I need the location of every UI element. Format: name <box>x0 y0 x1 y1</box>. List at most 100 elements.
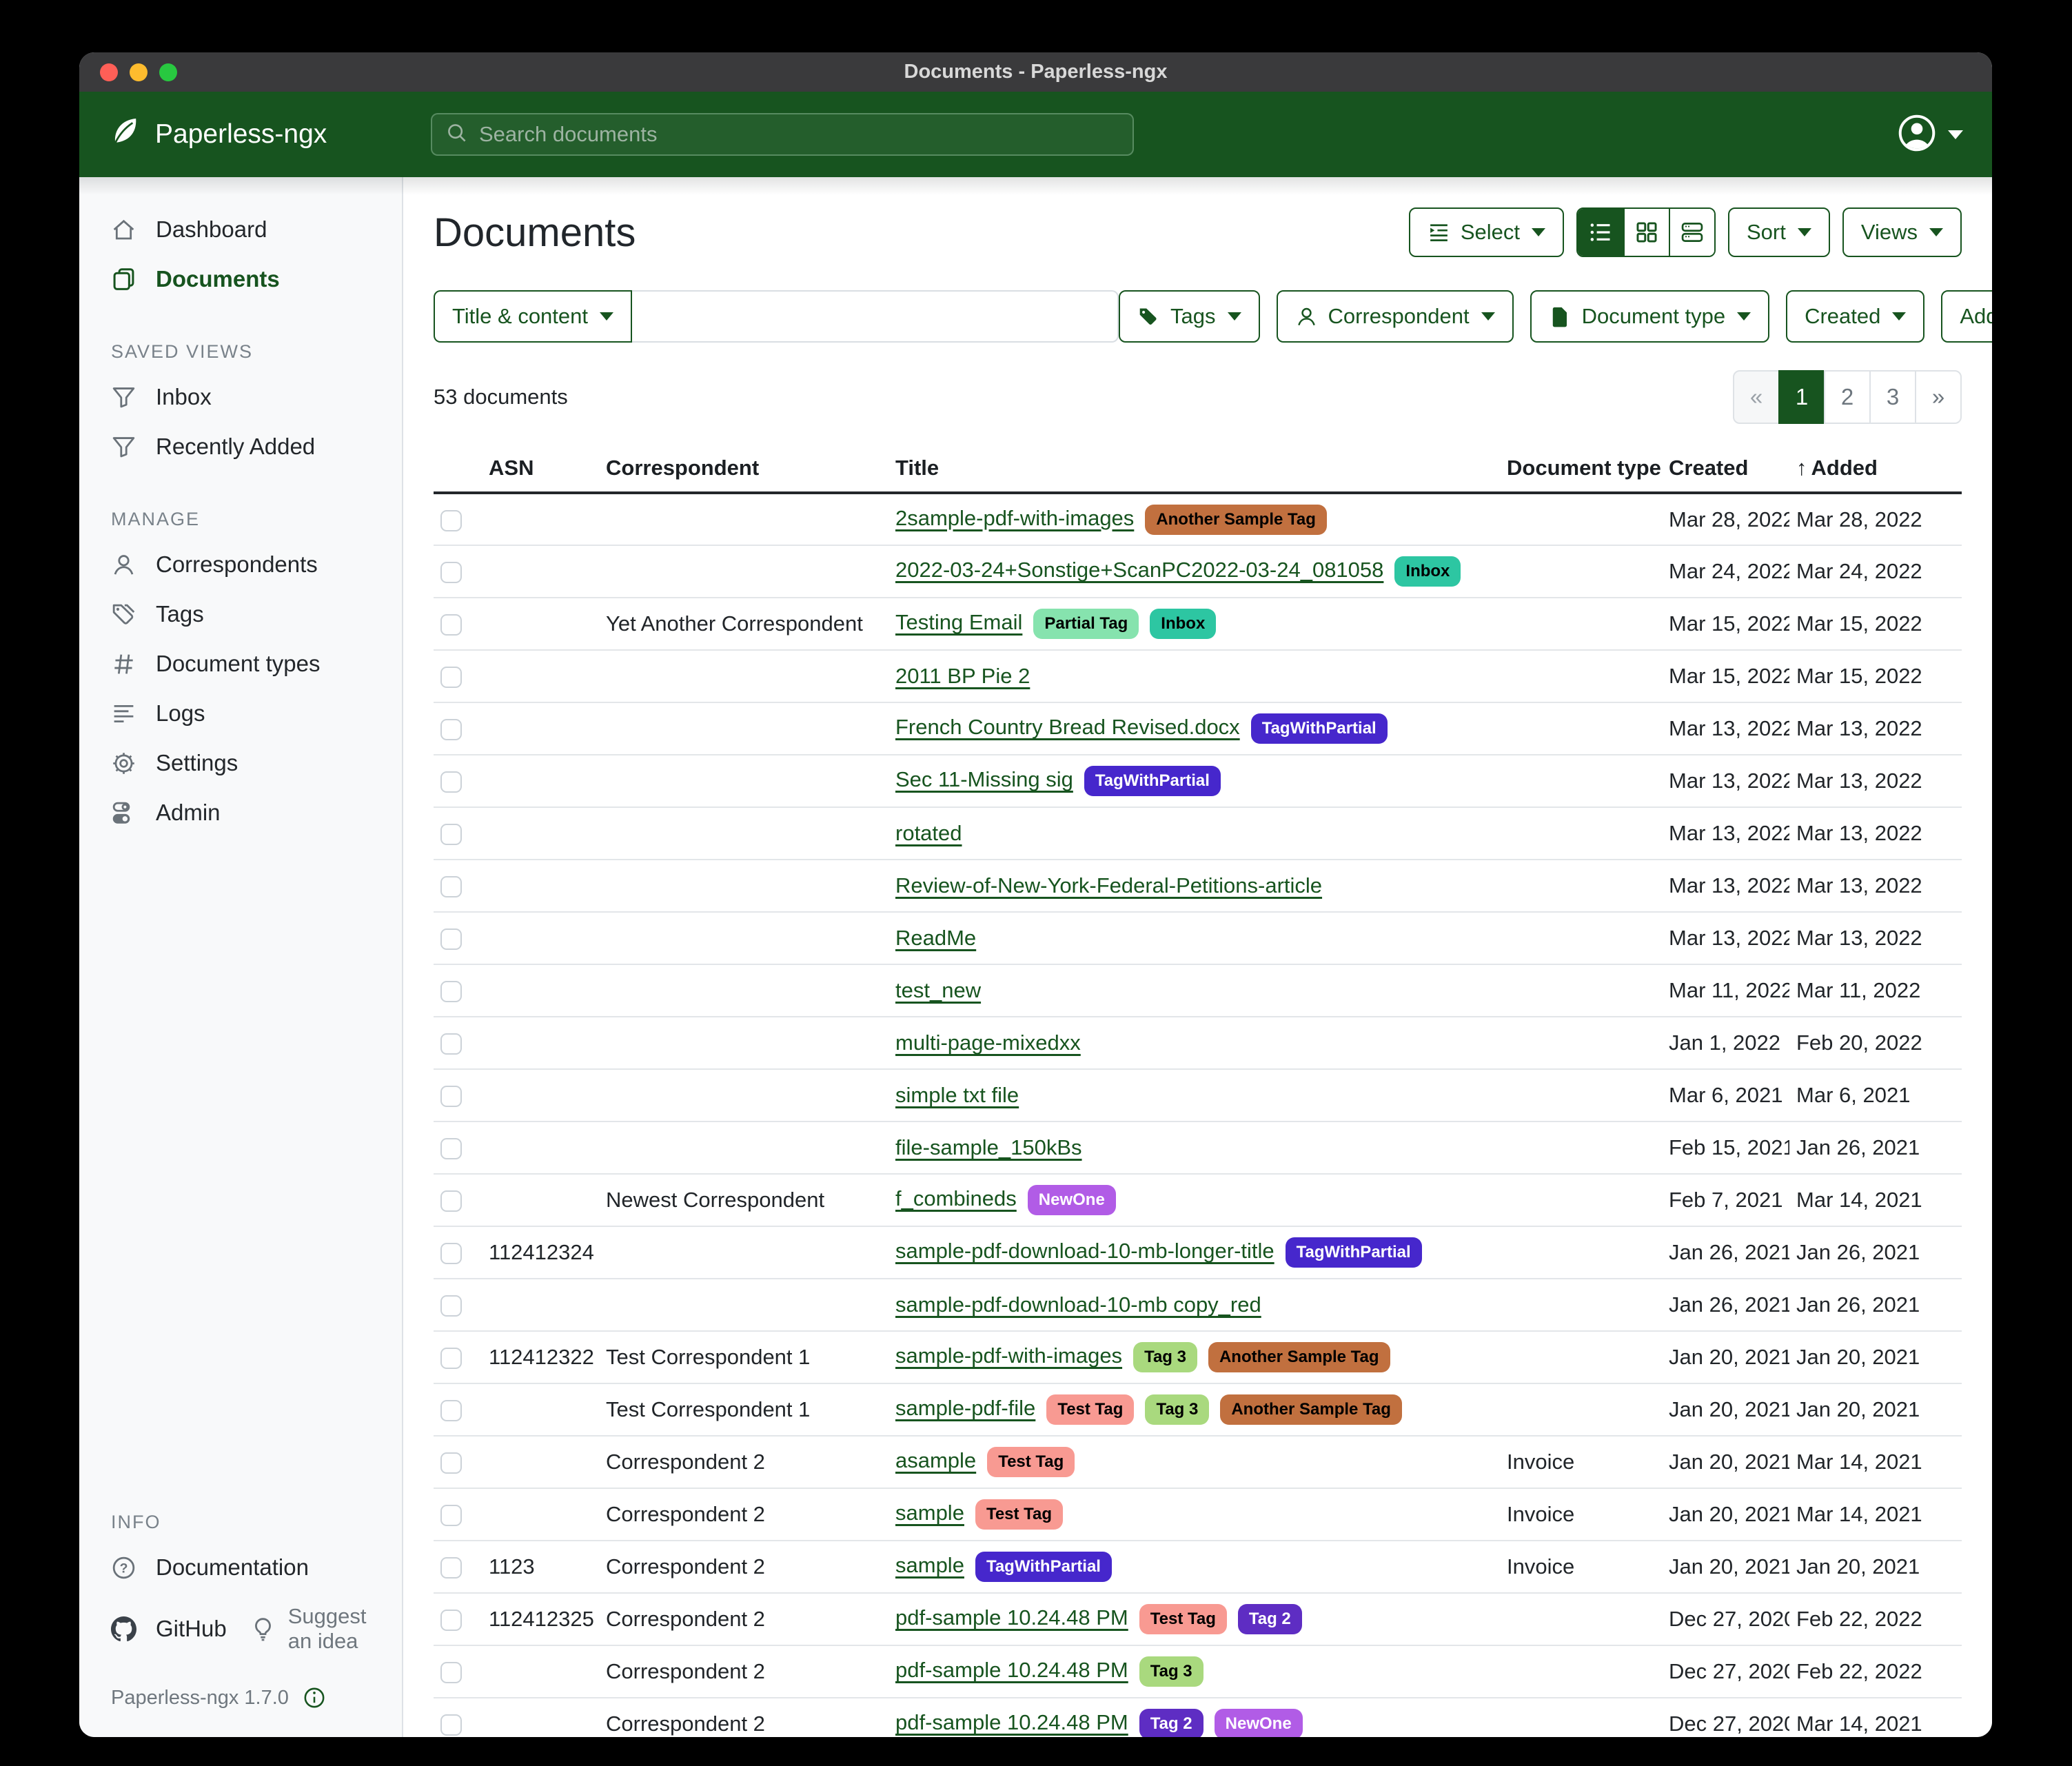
filter-correspondent-dropdown[interactable]: Correspondent <box>1277 290 1514 343</box>
document-link[interactable]: Testing Email <box>895 610 1022 634</box>
filter-tags-dropdown[interactable]: Tags <box>1119 290 1259 343</box>
tag-badge[interactable]: Test Tag <box>987 1447 1075 1477</box>
row-checkbox[interactable] <box>440 719 462 740</box>
sidebar-item-inbox[interactable]: Inbox <box>79 372 402 422</box>
tag-badge[interactable]: NewOne <box>1028 1185 1116 1215</box>
filter-field-dropdown[interactable]: Title & content <box>434 290 632 343</box>
app-logo[interactable]: Paperless-ngx <box>108 114 327 154</box>
row-checkbox[interactable] <box>440 562 462 583</box>
column-header-correspondent[interactable]: Correspondent <box>599 449 888 493</box>
tag-badge[interactable]: Another Sample Tag <box>1220 1394 1402 1425</box>
row-checkbox[interactable] <box>440 1086 462 1107</box>
row-checkbox[interactable] <box>440 1505 462 1526</box>
pagination-page-3[interactable]: 3 <box>1869 370 1916 424</box>
sidebar-item-admin[interactable]: Admin <box>79 788 402 838</box>
tag-badge[interactable]: Inbox <box>1150 609 1216 639</box>
search-input[interactable] <box>479 122 1119 147</box>
document-link[interactable]: asample <box>895 1448 976 1472</box>
row-checkbox[interactable] <box>440 1452 462 1474</box>
sort-dropdown-button[interactable]: Sort <box>1728 207 1830 257</box>
document-link[interactable]: French Country Bread Revised.docx <box>895 715 1240 739</box>
row-checkbox[interactable] <box>440 667 462 688</box>
document-link[interactable]: sample-pdf-file <box>895 1396 1035 1420</box>
row-checkbox[interactable] <box>440 1033 462 1055</box>
tag-badge[interactable]: Inbox <box>1394 556 1461 587</box>
filter-document-type-dropdown[interactable]: Document type <box>1530 290 1770 343</box>
sidebar-item-dashboard[interactable]: Dashboard <box>79 205 402 254</box>
minimize-window-button[interactable] <box>130 63 148 81</box>
pagination-page-1[interactable]: 1 <box>1778 370 1825 424</box>
tag-badge[interactable]: Another Sample Tag <box>1145 505 1327 535</box>
document-link[interactable]: sample <box>895 1553 964 1577</box>
document-link[interactable]: pdf-sample 10.24.48 PM <box>895 1605 1128 1630</box>
tag-badge[interactable]: Tag 2 <box>1238 1604 1302 1634</box>
column-header-asn[interactable]: ASN <box>482 449 599 493</box>
row-checkbox[interactable] <box>440 1714 462 1736</box>
row-checkbox[interactable] <box>440 1662 462 1683</box>
close-window-button[interactable] <box>100 63 118 81</box>
document-link[interactable]: sample-pdf-download-10-mb copy_red <box>895 1292 1261 1317</box>
column-header-added[interactable]: ↑Added <box>1789 449 1962 493</box>
tag-badge[interactable]: Test Tag <box>1139 1604 1227 1634</box>
tag-badge[interactable]: Partial Tag <box>1033 609 1139 639</box>
column-header-created[interactable]: Created <box>1662 449 1789 493</box>
document-link[interactable]: 2011 BP Pie 2 <box>895 664 1030 688</box>
row-checkbox[interactable] <box>440 510 462 531</box>
row-checkbox[interactable] <box>440 1610 462 1631</box>
document-link[interactable]: f_combineds <box>895 1186 1017 1210</box>
views-dropdown-button[interactable]: Views <box>1842 207 1962 257</box>
row-checkbox[interactable] <box>440 1400 462 1421</box>
sidebar-item-recently-added[interactable]: Recently Added <box>79 422 402 471</box>
tag-badge[interactable]: Tag 3 <box>1133 1342 1197 1372</box>
tag-badge[interactable]: Test Tag <box>1046 1394 1134 1425</box>
row-checkbox[interactable] <box>440 928 462 950</box>
document-link[interactable]: sample <box>895 1501 964 1525</box>
document-link[interactable]: rotated <box>895 821 962 845</box>
tag-badge[interactable]: Test Tag <box>975 1499 1063 1530</box>
sidebar-item-documentation[interactable]: ?Documentation <box>79 1543 402 1592</box>
tag-badge[interactable]: NewOne <box>1215 1709 1303 1737</box>
document-link[interactable]: pdf-sample 10.24.48 PM <box>895 1710 1128 1734</box>
document-link[interactable]: file-sample_150kBs <box>895 1135 1082 1159</box>
sidebar-item-github[interactable]: GitHub <box>79 1604 243 1654</box>
tag-badge[interactable]: Tag 3 <box>1145 1394 1209 1425</box>
row-checkbox[interactable] <box>440 876 462 897</box>
document-link[interactable]: Sec 11-Missing sig <box>895 767 1073 791</box>
tag-badge[interactable]: TagWithPartial <box>975 1552 1112 1582</box>
document-link[interactable]: 2022-03-24+Sonstige+ScanPC2022-03-24_081… <box>895 558 1383 582</box>
tag-badge[interactable]: TagWithPartial <box>1286 1237 1422 1268</box>
sidebar-item-document-types[interactable]: Document types <box>79 639 402 689</box>
document-link[interactable]: Review-of-New-York-Federal-Petitions-art… <box>895 873 1322 897</box>
filter-added-dropdown[interactable]: Added <box>1941 290 1992 343</box>
row-checkbox[interactable] <box>440 614 462 636</box>
pagination-page-2[interactable]: 2 <box>1824 370 1871 424</box>
document-link[interactable]: sample-pdf-with-images <box>895 1343 1122 1368</box>
row-checkbox[interactable] <box>440 1295 462 1317</box>
row-checkbox[interactable] <box>440 1243 462 1264</box>
row-checkbox[interactable] <box>440 1348 462 1369</box>
document-link[interactable]: test_new <box>895 978 981 1002</box>
filter-query-input[interactable] <box>632 290 1119 343</box>
tag-badge[interactable]: TagWithPartial <box>1251 713 1388 744</box>
sidebar-item-correspondents[interactable]: Correspondents <box>79 540 402 589</box>
document-link[interactable]: pdf-sample 10.24.48 PM <box>895 1658 1128 1682</box>
document-link[interactable]: sample-pdf-download-10-mb-longer-title <box>895 1239 1274 1263</box>
zoom-window-button[interactable] <box>159 63 177 81</box>
row-checkbox[interactable] <box>440 1557 462 1579</box>
sidebar-item-tags[interactable]: Tags <box>79 589 402 639</box>
column-header-title[interactable]: Title <box>888 449 1500 493</box>
filter-created-dropdown[interactable]: Created <box>1786 290 1924 343</box>
detail-view-button[interactable] <box>1669 209 1714 256</box>
column-header-document-type[interactable]: Document type <box>1500 449 1662 493</box>
tag-badge[interactable]: Tag 3 <box>1139 1656 1203 1687</box>
user-menu[interactable] <box>1897 113 1963 156</box>
document-link[interactable]: multi-page-mixedxx <box>895 1031 1081 1055</box>
sidebar-item-documents[interactable]: Documents <box>79 254 402 304</box>
pagination-next-button[interactable]: » <box>1915 370 1962 424</box>
tag-badge[interactable]: TagWithPartial <box>1084 766 1221 796</box>
sidebar-item-logs[interactable]: Logs <box>79 689 402 738</box>
document-link[interactable]: simple txt file <box>895 1083 1019 1107</box>
pagination-prev-button[interactable]: « <box>1733 370 1780 424</box>
select-dropdown-button[interactable]: Select <box>1409 207 1564 257</box>
sidebar-item-settings[interactable]: Settings <box>79 738 402 788</box>
